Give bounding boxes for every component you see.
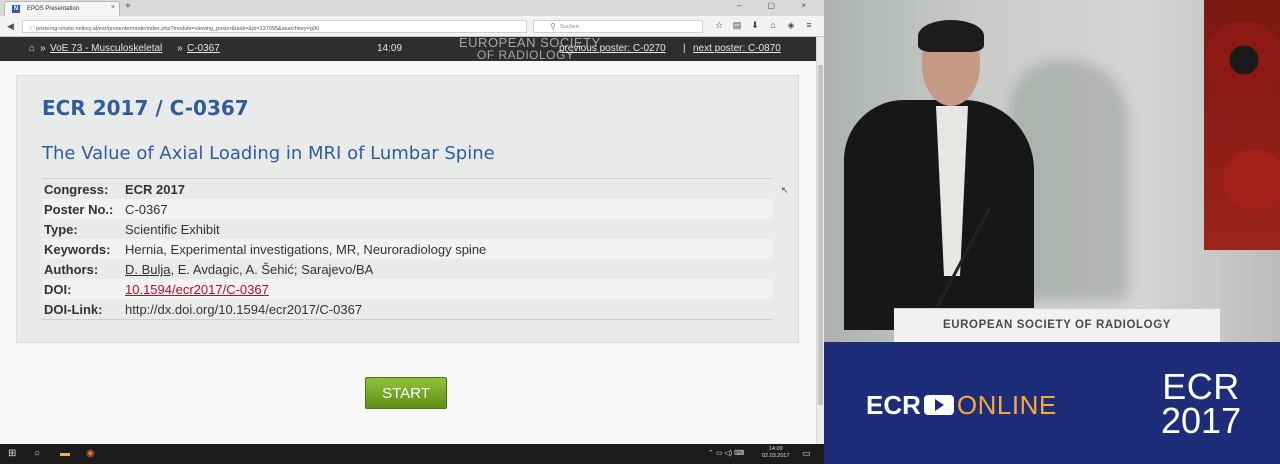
co-authors: , E. Avdagic, A. Šehić; Sarajevo/BA <box>170 262 374 277</box>
network-icon[interactable]: ▭ <box>716 450 723 457</box>
home-breadcrumb-icon[interactable]: ⌂ <box>29 43 35 54</box>
lectern-sign: EUROPEAN SOCIETY OF RADIOLOGY <box>942 319 1172 331</box>
poster-navigation-bar: ⌂ » VoE 73 - Musculoskeletal » C-0367 14… <box>0 36 816 61</box>
flower-decoration <box>1204 0 1280 250</box>
taskbar-clock[interactable]: 14:09 02.03.2017 <box>762 446 790 460</box>
ecr-logo-year: 2017 <box>1161 400 1242 441</box>
lectern: EUROPEAN SOCIETY OF RADIOLOGY <box>894 308 1220 342</box>
nav-separator: | <box>683 43 686 54</box>
browser-tab[interactable]: N EPOS Presentation × <box>4 1 120 16</box>
pocket-icon[interactable]: ◈ <box>782 20 800 31</box>
metadata-row-poster-no: Poster No.: C-0367 <box>42 199 773 219</box>
ecr-online-logo: ECR ONLINE <box>866 390 1057 421</box>
metadata-row-congress: Congress: ECR 2017 <box>42 179 773 199</box>
start-button[interactable]: START <box>365 377 447 409</box>
download-icon[interactable]: ⬇ <box>746 20 764 31</box>
doi-link[interactable]: 10.1594/ecr2017/C-0367 <box>125 282 269 297</box>
windows-start-icon[interactable]: ⊞ <box>8 448 16 459</box>
tray-chevron-icon[interactable]: ⌃ <box>708 450 714 457</box>
system-tray: ⌃ ▭ ◁) ⌨ <box>708 449 744 457</box>
metadata-key: DOI: <box>44 282 72 297</box>
session-time: 14:09 <box>377 43 403 54</box>
info-icon[interactable]: ⓘ <box>29 26 36 32</box>
window-controls[interactable]: – ▢ × <box>737 1 818 10</box>
new-tab-button[interactable]: + <box>125 1 131 12</box>
scrollbar-thumb[interactable] <box>818 65 823 405</box>
poster-metadata-table: Congress: ECR 2017 Poster No.: C-0367 Ty… <box>42 178 773 320</box>
metadata-row-keywords: Keywords: Hernia, Experimental investiga… <box>42 239 773 259</box>
metadata-value: Scientific Exhibit <box>125 222 220 237</box>
speaker-figure <box>834 20 1034 330</box>
breadcrumb-poster-link[interactable]: C-0367 <box>187 43 220 54</box>
metadata-value: ECR 2017 <box>125 182 185 197</box>
bookmark-star-icon[interactable]: ☆ <box>710 20 728 31</box>
poster-id-heading: ECR 2017 / C-0367 <box>42 96 249 120</box>
toolbar-icons: ☆ ▤ ⬇ ⌂ ◈ ≡ <box>710 20 818 31</box>
ecr-online-online: ONLINE <box>956 390 1057 420</box>
url-text: posterng-onsite.netkey.at/esr/presenterm… <box>36 26 320 32</box>
metadata-key: Type: <box>44 222 78 237</box>
ecr-2017-logo: ECR 2017 <box>1161 366 1242 441</box>
ecr-logo-top: ECR <box>1162 366 1240 407</box>
keyboard-icon[interactable]: ⌨ <box>734 450 744 457</box>
windows-taskbar: ⊞ ○ ▬ ◉ ⌃ ▭ ◁) ⌨ 14:09 02.03.2017 ▭ <box>0 444 824 464</box>
metadata-value: C-0367 <box>125 202 168 217</box>
firefox-icon[interactable]: ◉ <box>86 448 95 459</box>
back-icon[interactable]: ◀ <box>7 21 14 32</box>
library-icon[interactable]: ▤ <box>728 20 746 31</box>
tab-bar: N EPOS Presentation × + – ▢ × <box>0 0 824 16</box>
menu-icon[interactable]: ≡ <box>800 20 818 30</box>
ecr-online-banner: ECR ONLINE ECR 2017 <box>824 342 1280 464</box>
file-explorer-icon[interactable]: ▬ <box>60 448 70 459</box>
poster-title: The Value of Axial Loading in MRI of Lum… <box>42 143 495 164</box>
tab-title: EPOS Presentation <box>27 6 80 12</box>
video-camera-icon <box>923 395 954 415</box>
mouse-cursor-icon: ↖ <box>781 185 789 195</box>
breadcrumb-session-link[interactable]: VoE 73 - Musculoskeletal <box>50 43 162 54</box>
metadata-key: Congress: <box>44 182 109 197</box>
speaker-video: EUROPEAN SOCIETY OF RADIOLOGY <box>824 0 1280 342</box>
next-poster-link[interactable]: next poster: C-0870 <box>693 43 781 54</box>
speaker-hair <box>918 20 984 52</box>
epos-favicon-icon: N <box>12 5 20 13</box>
clock-date: 02.03.2017 <box>762 453 790 459</box>
metadata-key: Keywords: <box>44 242 111 257</box>
search-icon[interactable]: ○ <box>34 448 40 459</box>
ecr-online-ecr: ECR <box>866 390 921 420</box>
browser-screen: N EPOS Presentation × + – ▢ × ◀ ⓘ poster… <box>0 0 824 464</box>
metadata-row-doi-link: DOI-Link: http://dx.doi.org/10.1594/ecr2… <box>42 299 773 319</box>
home-icon[interactable]: ⌂ <box>764 20 782 30</box>
metadata-row-doi: DOI: 10.1594/ecr2017/C-0367 <box>42 279 773 299</box>
poster-info-card: ECR 2017 / C-0367 The Value of Axial Loa… <box>16 75 799 343</box>
metadata-key: Authors: <box>44 262 99 277</box>
metadata-value: Hernia, Experimental investigations, MR,… <box>125 242 487 257</box>
page-scrollbar[interactable] <box>816 37 824 444</box>
metadata-row-type: Type: Scientific Exhibit <box>42 219 773 239</box>
search-placeholder: Suchen <box>560 24 579 30</box>
metadata-row-authors: Authors: D. Bulja, E. Avdagic, A. Šehić;… <box>42 259 773 279</box>
metadata-key: DOI-Link: <box>44 302 103 317</box>
search-icon: ⚲ <box>550 22 556 31</box>
presentation-frame: N EPOS Presentation × + – ▢ × ◀ ⓘ poster… <box>0 0 1280 464</box>
metadata-key: Poster No.: <box>44 202 114 217</box>
breadcrumb-separator: » <box>177 43 183 54</box>
navigation-toolbar: ◀ ⓘ posterng-onsite.netkey.at/esr/presen… <box>0 16 824 37</box>
url-field[interactable]: ⓘ posterng-onsite.netkey.at/esr/presente… <box>22 20 527 33</box>
previous-poster-link[interactable]: previous poster: C-0270 <box>559 43 666 54</box>
volume-icon[interactable]: ◁) <box>724 450 732 457</box>
search-field[interactable]: ⚲ Suchen <box>533 20 703 33</box>
breadcrumb-separator: » <box>40 43 46 54</box>
notification-icon[interactable]: ▭ <box>802 448 811 459</box>
metadata-value: http://dx.doi.org/10.1594/ecr2017/C-0367 <box>125 302 363 317</box>
metadata-value: D. Bulja, E. Avdagic, A. Šehić; Sarajevo… <box>125 262 373 277</box>
tab-close-icon[interactable]: × <box>111 4 115 11</box>
main-author-link[interactable]: D. Bulja <box>125 262 171 277</box>
poster-page: ECR 2017 / C-0367 The Value of Axial Loa… <box>0 61 816 444</box>
clock-time: 14:09 <box>768 446 783 452</box>
